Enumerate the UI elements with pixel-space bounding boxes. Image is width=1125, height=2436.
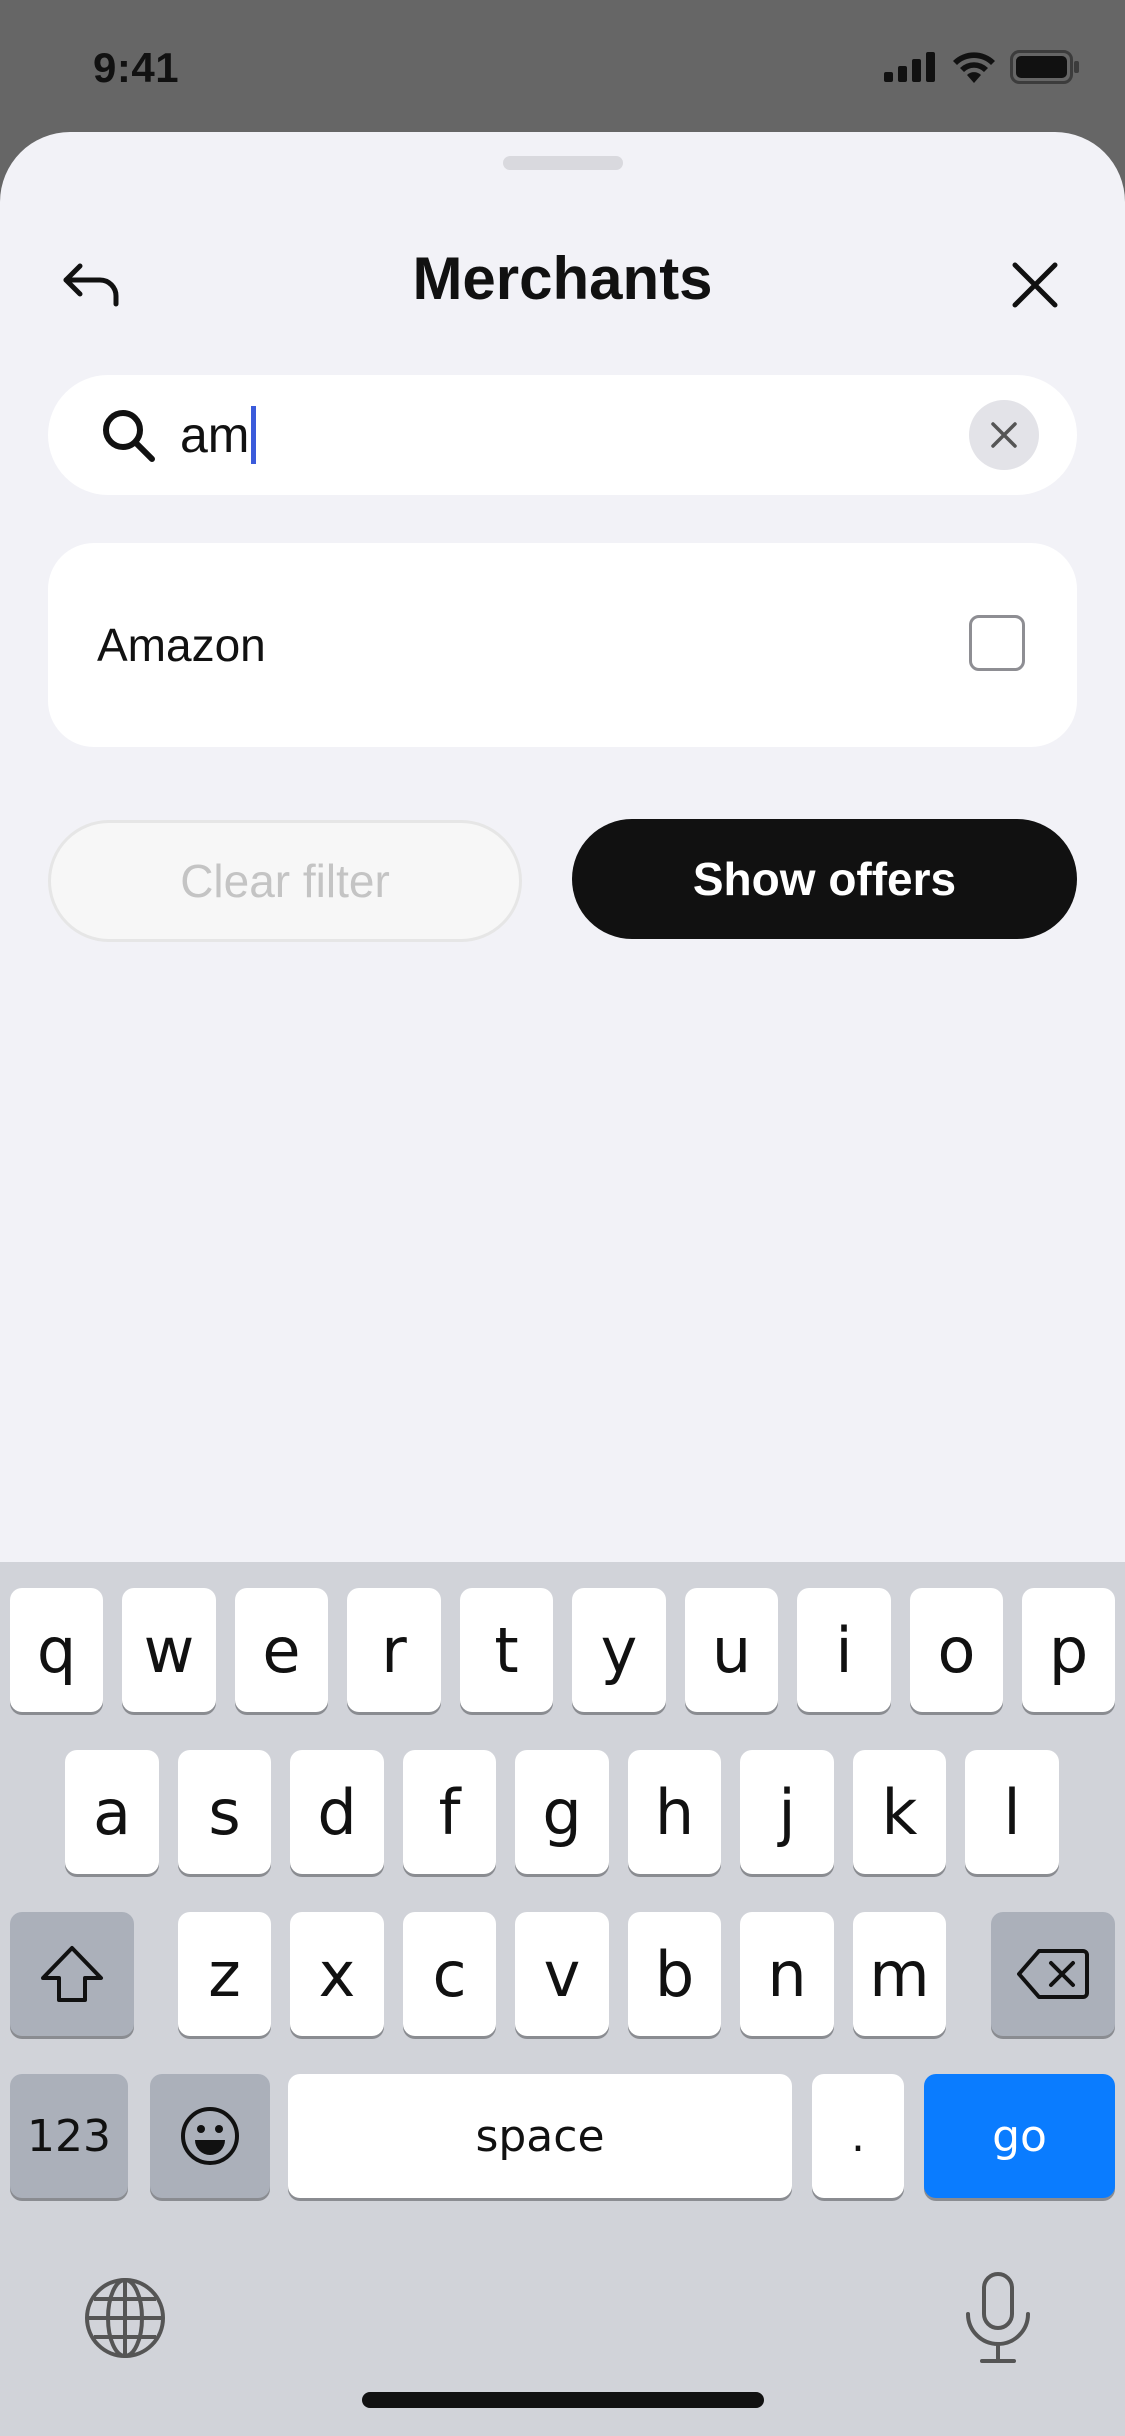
text-caret <box>251 405 257 464</box>
key-h[interactable]: h <box>628 1750 721 1874</box>
page-title: Merchants <box>412 245 713 312</box>
key-i[interactable]: i <box>797 1588 891 1712</box>
key-n[interactable]: n <box>740 1912 834 2036</box>
globe-icon[interactable] <box>82 2275 168 2361</box>
key-u[interactable]: u <box>685 1588 778 1712</box>
battery-icon <box>1010 50 1079 84</box>
sheet-grabber[interactable] <box>503 156 623 170</box>
key-v[interactable]: v <box>515 1912 609 2036</box>
space-key[interactable]: space <box>288 2074 792 2198</box>
key-a[interactable]: a <box>65 1750 159 1874</box>
key-t[interactable]: t <box>460 1588 553 1712</box>
key-l[interactable]: l <box>965 1750 1059 1874</box>
clear-filter-button[interactable]: Clear filter <box>48 820 522 942</box>
signal-icon <box>884 52 935 82</box>
emoji-icon <box>181 2107 239 2165</box>
key-p[interactable]: p <box>1022 1588 1115 1712</box>
key-o[interactable]: o <box>910 1588 1003 1712</box>
go-key[interactable]: go <box>924 2074 1115 2198</box>
key-d[interactable]: d <box>290 1750 384 1874</box>
period-key[interactable]: . <box>812 2074 904 2198</box>
merchant-name[interactable]: Amazon <box>97 618 266 672</box>
search-input[interactable]: am <box>180 407 249 463</box>
backspace-key[interactable] <box>991 1912 1115 2036</box>
search-input-wrap[interactable]: am <box>180 405 257 465</box>
key-e[interactable]: e <box>235 1588 328 1712</box>
search-field[interactable]: am <box>48 375 1077 495</box>
emoji-key[interactable] <box>150 2074 270 2198</box>
status-time: 9:41 <box>93 44 180 91</box>
key-w[interactable]: w <box>122 1588 216 1712</box>
close-button[interactable] <box>1000 250 1070 320</box>
wifi-icon <box>953 52 995 83</box>
key-s[interactable]: s <box>178 1750 271 1874</box>
home-indicator <box>362 2392 764 2408</box>
key-z[interactable]: z <box>178 1912 271 2036</box>
merchant-checkbox[interactable] <box>969 615 1025 671</box>
key-r[interactable]: r <box>347 1588 441 1712</box>
microphone-icon[interactable] <box>960 2270 1036 2366</box>
key-b[interactable]: b <box>628 1912 721 2036</box>
clear-icon <box>991 422 1017 448</box>
clear-search-button[interactable] <box>969 400 1039 470</box>
status-icons <box>884 50 1080 84</box>
key-x[interactable]: x <box>290 1912 384 2036</box>
key-j[interactable]: j <box>740 1750 834 1874</box>
numbers-key[interactable]: 123 <box>10 2074 128 2198</box>
close-icon <box>1012 262 1058 308</box>
show-offers-button[interactable]: Show offers <box>572 819 1077 939</box>
key-y[interactable]: y <box>572 1588 666 1712</box>
key-g[interactable]: g <box>515 1750 609 1874</box>
shift-key[interactable] <box>10 1912 134 2036</box>
merchant-list: Amazon <box>48 543 1077 747</box>
backspace-icon <box>1017 1949 1089 1999</box>
key-m[interactable]: m <box>853 1912 946 2036</box>
key-q[interactable]: q <box>10 1588 103 1712</box>
search-icon <box>103 410 155 462</box>
key-f[interactable]: f <box>403 1750 496 1874</box>
keyboard: q w e r t y u i o p a s d f g h j k l z … <box>0 1562 1125 2436</box>
shift-icon <box>41 1946 103 2002</box>
key-k[interactable]: k <box>853 1750 946 1874</box>
key-c[interactable]: c <box>403 1912 496 2036</box>
